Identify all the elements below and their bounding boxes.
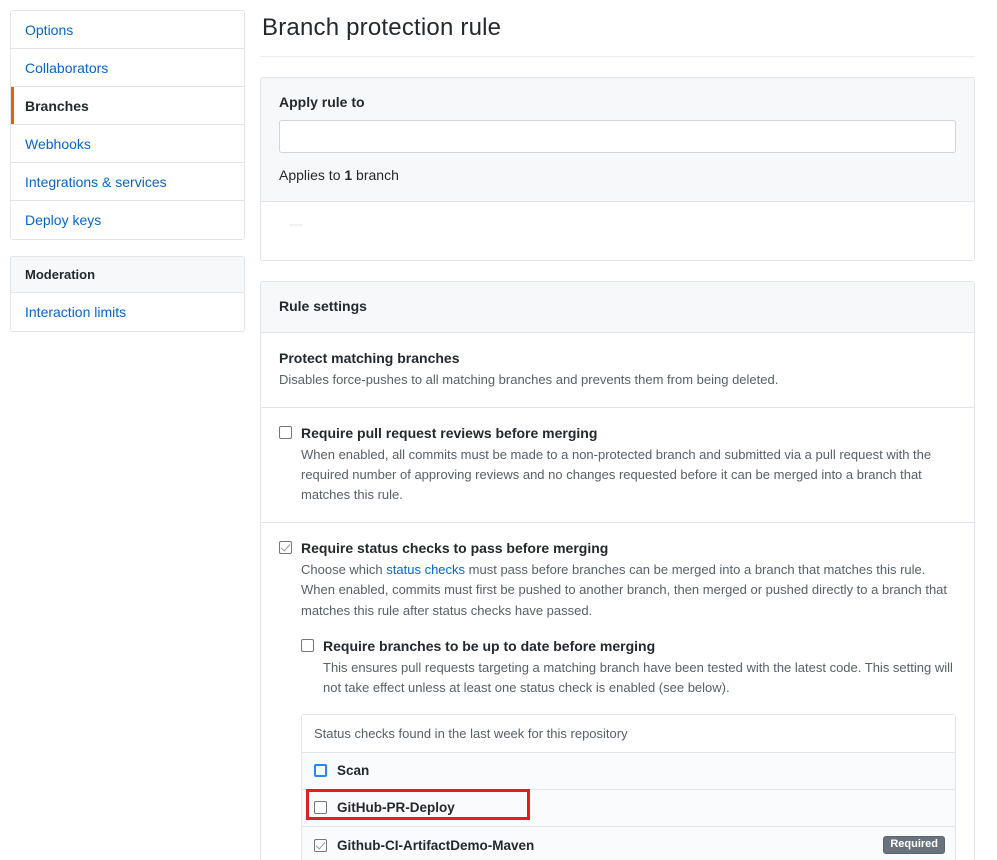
sidebar-item-label: Webhooks — [25, 137, 91, 151]
protect-desc: Disables force-pushes to all matching br… — [279, 370, 956, 390]
sidebar-item-webhooks[interactable]: Webhooks — [11, 125, 244, 163]
rule-settings-header: Rule settings — [261, 282, 974, 333]
status-checks-list: Status checks found in the last week for… — [301, 714, 956, 860]
sidebar-item-label: Deploy keys — [25, 213, 101, 227]
settings-sidebar: Options Collaborators Branches Webhooks … — [0, 0, 245, 860]
protect-title: Protect matching branches — [279, 349, 956, 368]
require-pr-reviews-checkbox[interactable] — [279, 426, 292, 439]
require-up-to-date-checkbox[interactable] — [301, 639, 314, 652]
rule-require-pr-reviews: Require pull request reviews before merg… — [261, 408, 974, 523]
sidebar-item-label: Interaction limits — [25, 305, 126, 319]
applies-count: 1 — [344, 167, 352, 183]
matching-branches-list — [261, 202, 974, 260]
status-checks-link[interactable]: status checks — [386, 562, 465, 577]
sidebar-group-repository: Options Collaborators Branches Webhooks … — [10, 10, 245, 240]
status-check-name: GitHub-PR-Deploy — [337, 800, 945, 815]
require-pr-reviews-title: Require pull request reviews before merg… — [301, 424, 956, 443]
sidebar-item-label: Collaborators — [25, 61, 108, 75]
status-check-row-github-ci-artifactdemo-maven[interactable]: Github-CI-ArtifactDemo-Maven Required — [302, 827, 955, 860]
sidebar-item-collaborators[interactable]: Collaborators — [11, 49, 244, 87]
apply-rule-label: Apply rule to — [279, 94, 956, 110]
require-status-checks-checkbox[interactable] — [279, 541, 292, 554]
rule-require-status-checks: Require status checks to pass before mer… — [261, 523, 974, 860]
require-up-to-date-desc: This ensures pull requests targeting a m… — [323, 658, 956, 698]
require-status-checks-desc: Choose which status checks must pass bef… — [301, 560, 956, 620]
settings-page: Options Collaborators Branches Webhooks … — [0, 0, 997, 860]
status-badge-required: Required — [883, 836, 945, 854]
sidebar-item-branches[interactable]: Branches — [11, 87, 244, 125]
desc-part1: Choose which — [301, 562, 386, 577]
rule-settings-panel: Rule settings Protect matching branches … — [260, 281, 975, 860]
applies-to-note: Applies to 1 branch — [279, 167, 956, 183]
sidebar-group-moderation: Moderation Interaction limits — [10, 256, 245, 332]
status-check-checkbox-scan[interactable] — [314, 764, 327, 777]
status-check-row-github-pr-deploy[interactable]: GitHub-PR-Deploy — [302, 790, 955, 827]
apply-rule-header: Apply rule to Applies to 1 branch — [261, 78, 974, 202]
require-pr-reviews-desc: When enabled, all commits must be made t… — [301, 445, 956, 505]
branch-name-pattern-input[interactable] — [279, 120, 956, 153]
sidebar-item-deploy-keys[interactable]: Deploy keys — [11, 201, 244, 239]
main-content: Branch protection rule Apply rule to App… — [245, 0, 997, 860]
status-check-checkbox-github-ci-artifactdemo-maven[interactable] — [314, 839, 327, 852]
apply-rule-panel: Apply rule to Applies to 1 branch — [260, 77, 975, 261]
rule-require-up-to-date: Require branches to be up to date before… — [301, 637, 956, 698]
sidebar-item-label: Options — [25, 23, 73, 37]
status-check-name: Scan — [337, 763, 945, 778]
page-title: Branch protection rule — [260, 10, 975, 57]
loading-placeholder — [289, 224, 303, 226]
applies-prefix: Applies to — [279, 167, 344, 183]
sidebar-group-header-moderation: Moderation — [11, 257, 244, 293]
status-check-checkbox-github-pr-deploy[interactable] — [314, 801, 327, 814]
require-up-to-date-title: Require branches to be up to date before… — [323, 637, 956, 656]
sidebar-item-integrations-services[interactable]: Integrations & services — [11, 163, 244, 201]
status-check-row-scan[interactable]: Scan — [302, 753, 955, 790]
sidebar-item-label: Integrations & services — [25, 175, 167, 189]
status-checks-list-header: Status checks found in the last week for… — [302, 715, 955, 753]
sidebar-item-label: Branches — [25, 99, 89, 113]
status-check-name: Github-CI-ArtifactDemo-Maven — [337, 838, 883, 853]
rule-settings-title: Rule settings — [279, 298, 367, 314]
applies-suffix: branch — [352, 167, 399, 183]
sidebar-item-options[interactable]: Options — [11, 11, 244, 49]
rule-protect-matching-branches: Protect matching branches Disables force… — [261, 333, 974, 408]
sidebar-item-interaction-limits[interactable]: Interaction limits — [11, 293, 244, 331]
require-status-checks-title: Require status checks to pass before mer… — [301, 539, 956, 558]
